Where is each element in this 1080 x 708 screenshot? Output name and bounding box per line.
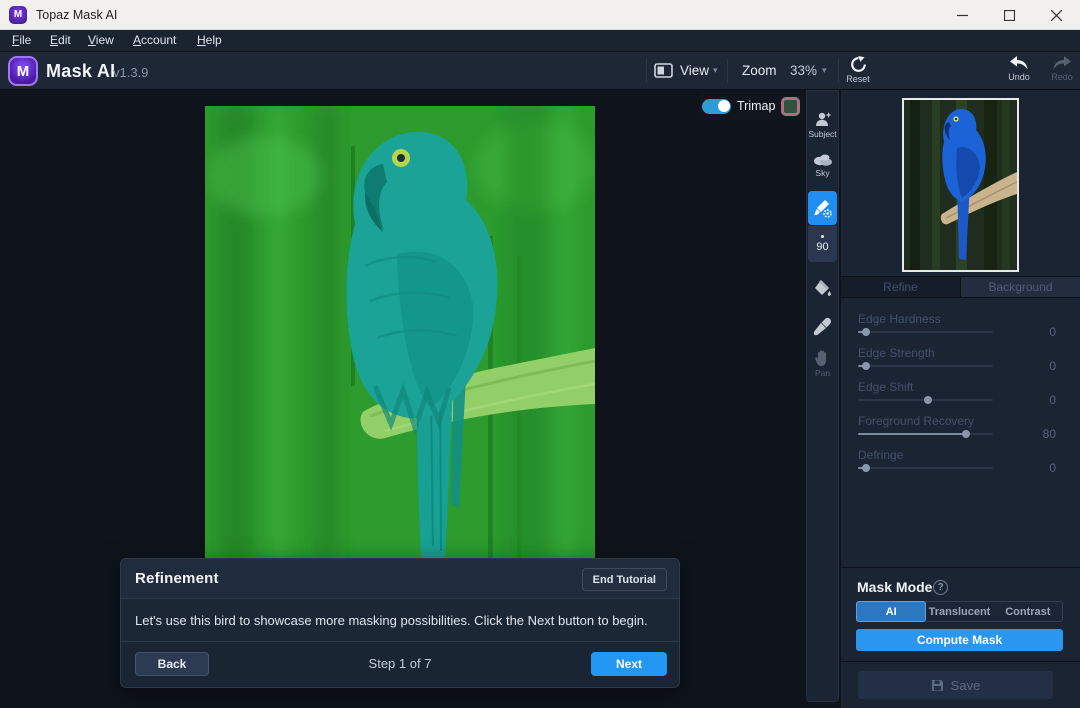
slider-foreground-recovery[interactable]: Foreground Recovery 80 xyxy=(858,414,1063,444)
navigator-thumbnail[interactable] xyxy=(902,98,1019,272)
reset-icon xyxy=(850,56,867,73)
reset-button[interactable]: Reset xyxy=(836,56,880,84)
title-bar: M Topaz Mask AI xyxy=(0,0,1080,30)
end-tutorial-button[interactable]: End Tutorial xyxy=(582,568,667,591)
menu-view[interactable]: View xyxy=(88,33,114,47)
undo-icon xyxy=(1009,56,1029,71)
menu-bar: File Edit View Account Help xyxy=(0,30,1080,52)
slider-track[interactable] xyxy=(858,399,993,401)
slider-handle[interactable] xyxy=(862,328,870,336)
zoom-label: Zoom xyxy=(742,63,777,78)
mask-mode-ai[interactable]: AI xyxy=(856,601,926,622)
brush-size-indicator[interactable]: 90 xyxy=(808,226,837,262)
slider-defringe[interactable]: Defringe 0 xyxy=(858,448,1063,478)
view-chevron-icon[interactable]: ▾ xyxy=(713,65,718,76)
minimize-button[interactable] xyxy=(939,0,986,30)
app-logo-icon: M xyxy=(9,6,27,24)
redo-button[interactable]: Redo xyxy=(1040,56,1080,82)
trimap-label: Trimap xyxy=(737,99,775,113)
maximize-icon xyxy=(1004,10,1015,21)
canvas-area[interactable]: Trimap Refinement End Tutorial Let's use… xyxy=(0,90,806,708)
app-name: Mask AI xyxy=(46,61,115,82)
mask-mode-segmented: AI Translucent Contrast xyxy=(856,601,1063,622)
tab-refine[interactable]: Refine xyxy=(841,277,961,297)
tutorial-dialog: Refinement End Tutorial Let's use this b… xyxy=(120,558,680,688)
save-icon xyxy=(931,679,944,692)
panel-tabs: Refine Background xyxy=(841,276,1080,298)
view-icon xyxy=(654,63,673,78)
menu-help[interactable]: Help xyxy=(197,33,222,47)
slider-track[interactable] xyxy=(858,433,993,435)
mask-mode-contrast[interactable]: Contrast xyxy=(994,602,1062,621)
mask-mode-translucent[interactable]: Translucent xyxy=(925,602,993,621)
zoom-value[interactable]: 33% xyxy=(790,63,817,78)
slider-track[interactable] xyxy=(858,365,993,367)
minimize-icon xyxy=(957,10,968,21)
close-button[interactable] xyxy=(1033,0,1080,30)
brush-tool-selected[interactable] xyxy=(808,191,837,225)
brand-logo: M xyxy=(8,56,38,86)
compute-mask-button[interactable]: Compute Mask xyxy=(856,629,1063,651)
app-header: M Mask AI v1.3.9 View ▾ Zoom 33% ▾ Reset… xyxy=(0,52,1080,90)
slider-handle[interactable] xyxy=(924,396,932,404)
close-icon xyxy=(1051,10,1062,21)
tutorial-title: Refinement xyxy=(135,570,219,587)
masked-image-parrot[interactable] xyxy=(205,106,595,558)
fill-bucket-tool[interactable] xyxy=(807,279,838,299)
save-button[interactable]: Save xyxy=(858,671,1053,699)
help-icon[interactable]: ? xyxy=(933,580,948,595)
trimap-toggle[interactable] xyxy=(702,99,731,114)
menu-edit[interactable]: Edit xyxy=(50,33,71,47)
brush-size-value: 90 xyxy=(816,241,828,253)
save-label: Save xyxy=(951,678,981,693)
slider-handle[interactable] xyxy=(862,362,870,370)
mask-mode-title: Mask Mode xyxy=(857,579,932,595)
slider-handle[interactable] xyxy=(962,430,970,438)
fill-bucket-icon xyxy=(813,279,833,299)
next-button[interactable]: Next xyxy=(591,652,667,676)
eyedropper-tool[interactable] xyxy=(807,317,838,336)
slider-edge-strength[interactable]: Edge Strength 0 xyxy=(858,346,1063,376)
slider-handle[interactable] xyxy=(862,464,870,472)
tool-strip: Subject Sky 90 xyxy=(806,90,839,702)
right-panel: Refine Background Edge Hardness 0 Edge S… xyxy=(841,90,1080,708)
pan-hand-icon xyxy=(814,349,831,367)
pan-tool[interactable]: Pan xyxy=(807,349,838,378)
maximize-button[interactable] xyxy=(986,0,1033,30)
brush-size-dot xyxy=(821,235,824,238)
tutorial-body-text: Let's use this bird to showcase more mas… xyxy=(121,599,679,642)
undo-button[interactable]: Undo xyxy=(997,56,1041,82)
trimap-color-swatch[interactable] xyxy=(781,97,800,116)
redo-icon xyxy=(1052,56,1072,71)
tab-background[interactable]: Background xyxy=(961,277,1080,297)
subject-tool[interactable]: Subject xyxy=(807,111,838,139)
sky-icon xyxy=(813,153,833,167)
menu-account[interactable]: Account xyxy=(133,33,176,47)
zoom-chevron-icon[interactable]: ▾ xyxy=(822,65,827,76)
app-window: M Topaz Mask AI File Edit View Account H… xyxy=(0,0,1080,708)
window-title: Topaz Mask AI xyxy=(36,8,117,22)
slider-track[interactable] xyxy=(858,331,993,333)
view-button[interactable]: View xyxy=(680,63,709,78)
slider-track[interactable] xyxy=(858,467,993,469)
eyedropper-icon xyxy=(813,317,832,336)
brush-settings-icon xyxy=(812,198,833,219)
subject-icon xyxy=(814,111,832,128)
app-version: v1.3.9 xyxy=(113,65,148,80)
menu-file[interactable]: File xyxy=(12,33,31,47)
slider-edge-hardness[interactable]: Edge Hardness 0 xyxy=(858,312,1063,342)
slider-edge-shift[interactable]: Edge Shift 0 xyxy=(858,380,1063,410)
trimap-control: Trimap xyxy=(698,92,804,120)
sky-tool[interactable]: Sky xyxy=(807,153,838,178)
